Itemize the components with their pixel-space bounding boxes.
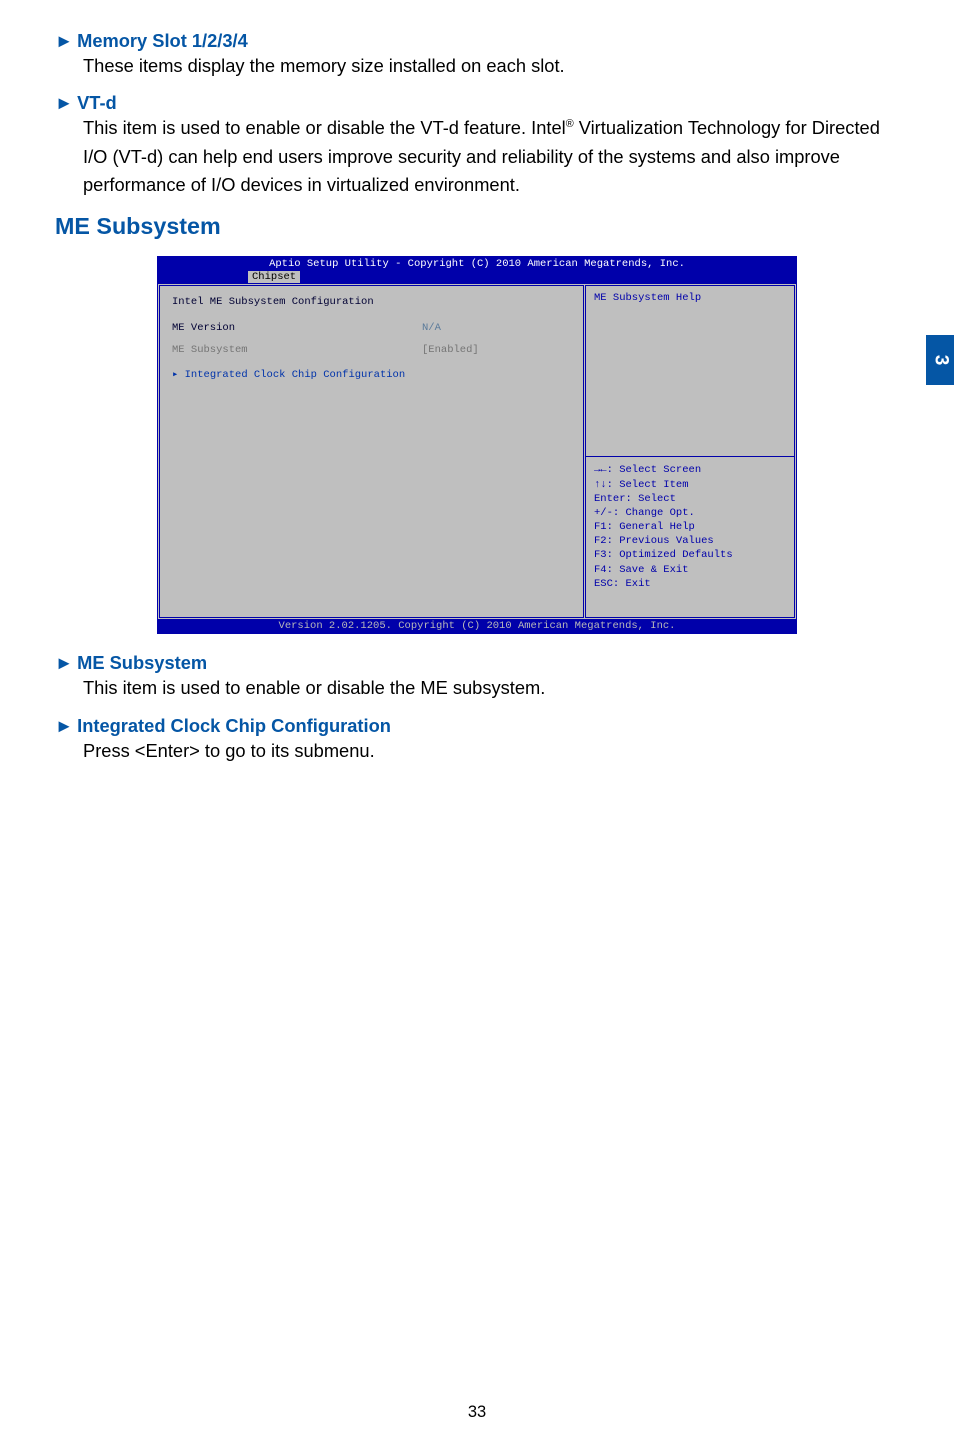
bios-left-heading: Intel ME Subsystem Configuration xyxy=(172,296,571,308)
legend-line: F2: Previous Values xyxy=(594,534,786,548)
legend-line: +/-: Change Opt. xyxy=(594,506,786,520)
item-header: ►Memory Slot 1/2/3/4 xyxy=(55,30,899,52)
item-desc: This item is used to enable or disable t… xyxy=(83,114,899,199)
triangle-icon: ► xyxy=(55,715,73,736)
bios-row-value: [Enabled] xyxy=(422,344,479,356)
bios-help-text: ME Subsystem Help xyxy=(586,286,794,457)
legend-line: →←: Select Screen xyxy=(594,463,786,477)
bios-left-panel: Intel ME Subsystem Configuration ME Vers… xyxy=(159,285,584,618)
bios-row-label: ME Subsystem xyxy=(172,344,422,356)
item-header: ►ME Subsystem xyxy=(55,652,899,674)
bios-title: Aptio Setup Utility - Copyright (C) 2010… xyxy=(158,257,796,271)
bios-key-legend: →←: Select Screen ↑↓: Select Item Enter:… xyxy=(586,457,794,617)
chapter-tab: 3 xyxy=(926,335,954,385)
header-text: Integrated Clock Chip Configuration xyxy=(77,715,391,736)
legend-line: ↑↓: Select Item xyxy=(594,478,786,492)
header-text: Memory Slot 1/2/3/4 xyxy=(77,30,248,51)
item-vtd: ►VT-d This item is used to enable or dis… xyxy=(55,92,899,199)
header-text: ME Subsystem xyxy=(77,652,207,673)
page-number: 33 xyxy=(0,1403,954,1422)
item-memory-slot: ►Memory Slot 1/2/3/4 These items display… xyxy=(55,30,899,80)
item-header: ►Integrated Clock Chip Configuration xyxy=(55,715,899,737)
item-me-subsystem: ►ME Subsystem This item is used to enabl… xyxy=(55,652,899,702)
bios-row-label: ME Version xyxy=(172,322,422,334)
item-integrated-clock: ►Integrated Clock Chip Configuration Pre… xyxy=(55,715,899,765)
bios-row: ME Version N/A xyxy=(172,322,571,334)
item-desc: Press <Enter> to go to its submenu. xyxy=(83,737,899,765)
legend-line: F4: Save & Exit xyxy=(594,563,786,577)
bios-screenshot: Aptio Setup Utility - Copyright (C) 2010… xyxy=(157,256,797,634)
bios-tab-row: Chipset xyxy=(158,271,796,284)
triangle-icon: ► xyxy=(55,30,73,51)
triangle-icon: ► xyxy=(55,92,73,113)
bios-tab-chipset: Chipset xyxy=(248,271,300,283)
bios-row-value: N/A xyxy=(422,322,441,334)
item-header: ►VT-d xyxy=(55,92,899,114)
bios-submenu-link: ▸ Integrated Clock Chip Configuration xyxy=(172,368,571,381)
item-desc: These items display the memory size inst… xyxy=(83,52,899,80)
bios-footer: Version 2.02.1205. Copyright (C) 2010 Am… xyxy=(158,619,796,633)
section-title: ME Subsystem xyxy=(55,213,899,240)
bottom-items: ►ME Subsystem This item is used to enabl… xyxy=(55,652,899,765)
item-desc: This item is used to enable or disable t… xyxy=(83,674,899,702)
legend-line: F1: General Help xyxy=(594,520,786,534)
legend-line: ESC: Exit xyxy=(594,577,786,591)
triangle-icon: ► xyxy=(55,652,73,673)
legend-line: F3: Optimized Defaults xyxy=(594,548,786,562)
legend-line: Enter: Select xyxy=(594,492,786,506)
bios-body: Intel ME Subsystem Configuration ME Vers… xyxy=(158,284,796,619)
header-text: VT-d xyxy=(77,92,117,113)
bios-row: ME Subsystem [Enabled] xyxy=(172,344,571,356)
bios-right-panel: ME Subsystem Help →←: Select Screen ↑↓: … xyxy=(585,285,795,618)
top-items: ►Memory Slot 1/2/3/4 These items display… xyxy=(55,30,899,199)
